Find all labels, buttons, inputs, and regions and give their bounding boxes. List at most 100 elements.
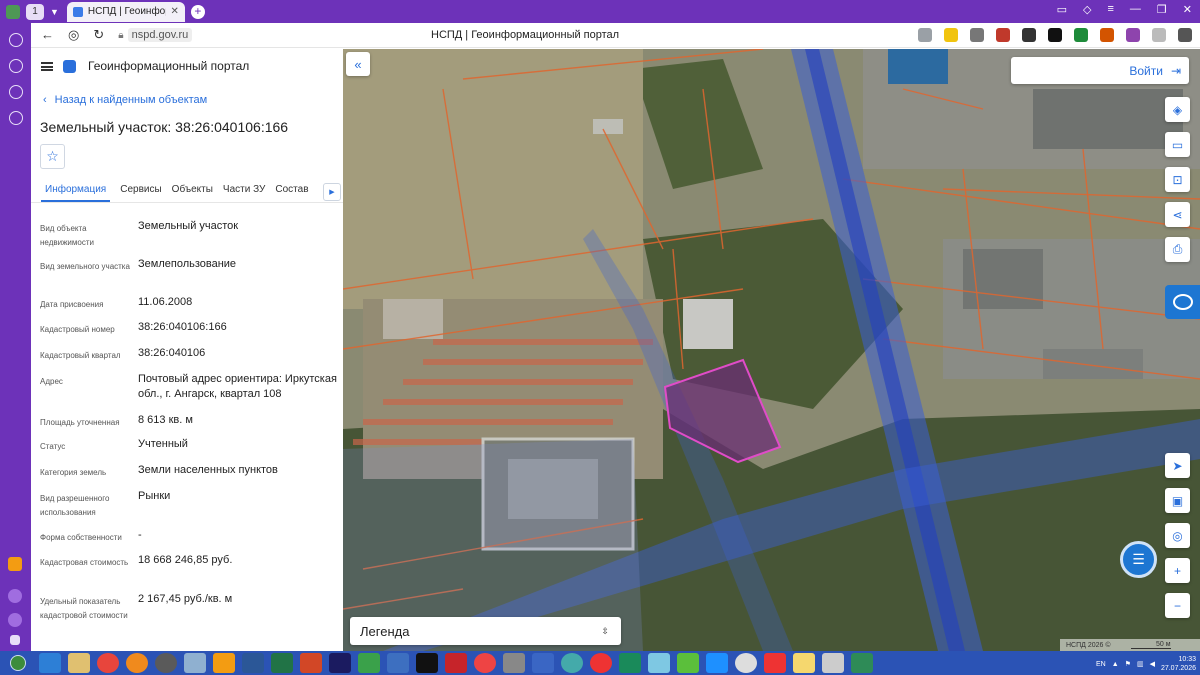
collapse-panel-button[interactable]: « <box>346 52 370 76</box>
navigation-arrow-icon: ➤ <box>1172 458 1183 473</box>
tab-composition[interactable]: Состав <box>275 179 308 202</box>
games-icon[interactable] <box>8 85 23 99</box>
app-icon[interactable] <box>561 653 583 673</box>
window-close-icon[interactable]: ✕ <box>1183 3 1192 16</box>
app-icon[interactable] <box>619 653 641 673</box>
hamburger-menu-icon[interactable] <box>41 61 53 71</box>
tab-information[interactable]: Информация <box>41 179 111 202</box>
minimize-icon[interactable]: — <box>1130 3 1141 16</box>
protect-icon[interactable]: ◎ <box>68 27 79 43</box>
extension-icon[interactable] <box>996 28 1010 42</box>
clock[interactable]: 10:33 27.07.2026 <box>1161 655 1196 673</box>
app-icon[interactable] <box>590 653 612 673</box>
app-icon[interactable] <box>184 653 206 673</box>
app-icon[interactable] <box>735 653 757 673</box>
app-icon[interactable] <box>793 653 815 673</box>
tab-count-badge[interactable]: 1 <box>26 3 44 20</box>
network-icon[interactable]: ▥ <box>1137 660 1144 668</box>
app-icon[interactable] <box>677 653 699 673</box>
firefox-icon[interactable] <box>126 653 148 673</box>
start-button[interactable] <box>4 652 32 674</box>
alice-icon[interactable] <box>8 613 22 627</box>
app-icon[interactable] <box>851 653 873 673</box>
share-button[interactable]: ⋖ <box>1165 202 1190 227</box>
app-icon[interactable] <box>764 653 786 673</box>
detail-value: Учтенный <box>138 438 188 450</box>
bookmark-star-icon[interactable] <box>918 28 932 42</box>
assistant-icon[interactable] <box>8 589 22 603</box>
app-icon[interactable] <box>822 653 844 673</box>
camera-icon[interactable] <box>970 28 984 42</box>
tab-parts[interactable]: Части ЗУ <box>223 179 265 202</box>
tab-services[interactable]: Сервисы <box>120 179 161 202</box>
app-icon[interactable] <box>503 653 525 673</box>
tabs-scroll-right-button[interactable]: ▶ <box>323 183 341 201</box>
extension-icon[interactable] <box>1048 28 1062 42</box>
language-indicator[interactable]: EN <box>1096 661 1106 668</box>
extension-icon[interactable] <box>1074 28 1088 42</box>
reload-icon[interactable]: ↻ <box>93 27 104 43</box>
tray-arrow-icon[interactable]: ▲ <box>1112 661 1119 668</box>
word-icon[interactable] <box>242 653 264 673</box>
download-icon[interactable] <box>1178 28 1192 42</box>
chevron-down-icon[interactable]: ▼ <box>50 7 59 17</box>
minimap-button[interactable]: ▣ <box>1165 488 1190 513</box>
close-icon[interactable]: ✕ <box>171 6 179 17</box>
print-button[interactable]: ⎙ <box>1165 237 1190 262</box>
favorite-star-button[interactable]: ☆ <box>40 144 65 169</box>
extension-icon[interactable] <box>1152 28 1166 42</box>
ruler-button[interactable]: ▭ <box>1165 132 1190 157</box>
pdf-icon[interactable] <box>445 653 467 673</box>
app-icon[interactable] <box>474 653 496 673</box>
extension-icon[interactable] <box>1022 28 1036 42</box>
zoom-in-button[interactable]: + <box>1165 558 1190 583</box>
zoom-out-button[interactable]: − <box>1165 593 1190 618</box>
history-icon[interactable] <box>8 33 23 47</box>
app-icon[interactable] <box>532 653 554 673</box>
excel-icon[interactable] <box>271 653 293 673</box>
feedback-button[interactable] <box>1165 285 1200 319</box>
app-icon[interactable] <box>387 653 409 673</box>
legend-dropdown[interactable]: Легенда ⇳ <box>350 617 621 645</box>
extension-icon[interactable] <box>1126 28 1140 42</box>
settings-icon[interactable] <box>10 635 20 645</box>
app-icon[interactable] <box>706 653 728 673</box>
chat-button[interactable]: ☰ <box>1120 541 1157 578</box>
apps-icon[interactable] <box>8 111 23 125</box>
save-icon[interactable] <box>329 653 351 673</box>
new-tab-button[interactable]: + <box>190 4 205 19</box>
menu-icon[interactable]: ≡ <box>1107 3 1113 16</box>
bookmark-icon[interactable]: ▭ <box>1057 3 1067 16</box>
app-icon[interactable] <box>358 653 380 673</box>
extension-icon[interactable] <box>944 28 958 42</box>
video-icon[interactable] <box>8 59 23 73</box>
mail-icon[interactable] <box>8 557 22 571</box>
back-arrow-icon[interactable]: ← <box>41 27 54 43</box>
satellite-map[interactable] <box>343 49 1200 651</box>
url-field[interactable]: nspd.gov.ru <box>127 28 193 42</box>
lock-icon[interactable]: 🔒︎ <box>118 30 123 41</box>
powerpoint-icon[interactable] <box>300 653 322 673</box>
app-icon[interactable] <box>213 653 235 673</box>
browser-logo-icon[interactable] <box>6 4 20 19</box>
explorer-icon[interactable] <box>68 653 90 673</box>
app-icon[interactable] <box>648 653 670 673</box>
volume-icon[interactable]: ◀ <box>1150 660 1155 668</box>
layers-button[interactable]: ◈ <box>1165 97 1190 122</box>
tab-objects[interactable]: Объекты <box>172 179 213 202</box>
locate-button[interactable]: ➤ <box>1165 453 1190 478</box>
back-to-results-link[interactable]: ‹ Назад к найденным объектам <box>43 94 207 106</box>
map-view[interactable] <box>343 49 1200 651</box>
extension-icon[interactable] <box>1100 28 1114 42</box>
flag-icon[interactable]: ⚑ <box>1125 660 1131 668</box>
area-select-button[interactable]: ⊡ <box>1165 167 1190 192</box>
yandex-browser-icon[interactable] <box>155 653 177 673</box>
pin-icon[interactable]: ◇ <box>1083 3 1091 16</box>
terminal-icon[interactable] <box>416 653 438 673</box>
login-button[interactable]: Войти ⇥ <box>1011 57 1189 84</box>
ie-icon[interactable] <box>39 653 61 673</box>
restore-icon[interactable]: ❐ <box>1157 3 1167 16</box>
browser-tab[interactable]: НСПД | Геоинформацио ✕ <box>66 1 185 22</box>
geolocation-button[interactable]: ◎ <box>1165 523 1190 548</box>
chrome-icon[interactable] <box>97 653 119 673</box>
